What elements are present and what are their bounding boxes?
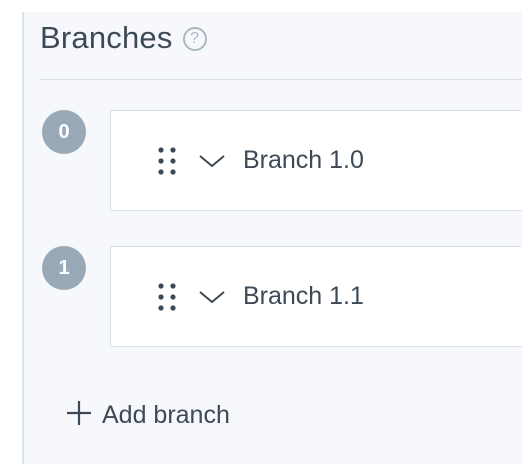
branch-label: Branch 1.0	[243, 146, 364, 174]
branch-index-badge: 1	[42, 246, 86, 290]
branch-card[interactable]: Branch 1.1	[110, 246, 522, 347]
branch-card[interactable]: Branch 1.0	[110, 110, 522, 211]
chevron-down-icon[interactable]	[197, 282, 227, 312]
branch-index-badge: 0	[42, 110, 86, 154]
help-icon[interactable]: ?	[182, 27, 207, 51]
drag-handle-icon[interactable]	[157, 145, 177, 177]
branch-label: Branch 1.1	[243, 282, 364, 310]
chevron-down-icon[interactable]	[197, 146, 227, 176]
header-divider	[40, 79, 522, 80]
section-header: Branches ?	[40, 20, 207, 56]
section-title: Branches	[40, 20, 173, 55]
add-branch-label: Add branch	[102, 401, 230, 429]
branches-panel: Branches ? 0 Branch 1.0 1 Branch 1.1 Add…	[22, 12, 522, 464]
branch-row: 1 Branch 1.1	[40, 246, 522, 350]
drag-handle-icon[interactable]	[157, 281, 177, 313]
add-branch-button[interactable]: Add branch	[66, 400, 230, 431]
branch-row: 0 Branch 1.0	[40, 110, 522, 214]
plus-icon	[66, 400, 92, 431]
